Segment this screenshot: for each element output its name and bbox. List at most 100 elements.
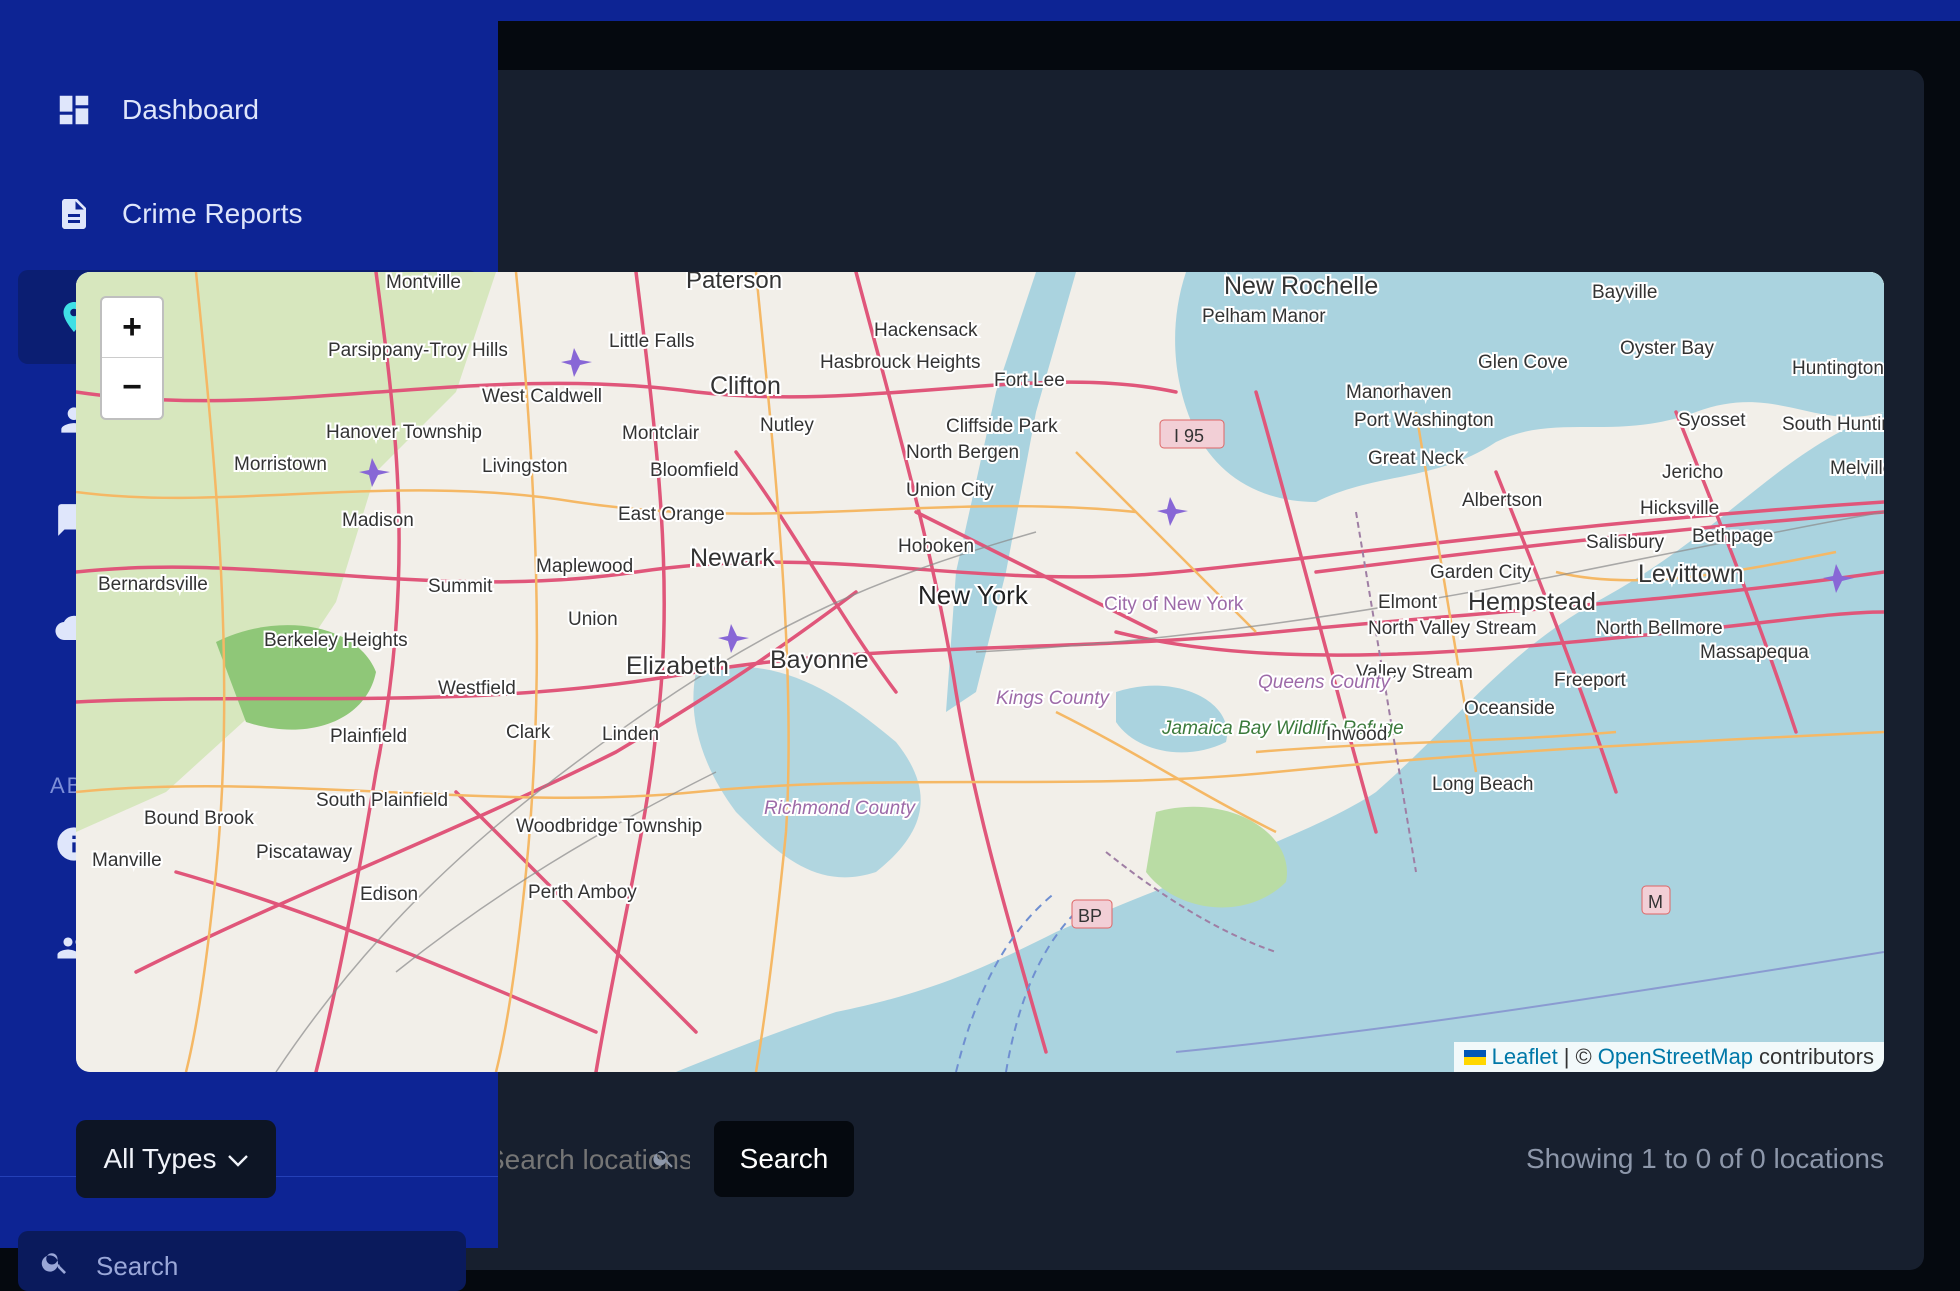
map-label: Hackensack <box>874 320 978 341</box>
results-count: Showing 1 to 0 of 0 locations <box>1525 1143 1884 1174</box>
map-label: I 95 <box>1174 426 1204 446</box>
map-label: Melville <box>1830 458 1884 479</box>
map-label: Nutley <box>760 415 814 436</box>
map-label: Long Beach <box>1432 774 1533 795</box>
map-label: South Huntington <box>1782 414 1884 435</box>
map-label: Montclair <box>622 423 700 444</box>
map-label: City of New York <box>1104 594 1244 615</box>
map-label: Manville <box>92 850 162 871</box>
map-label: Summit <box>428 576 493 597</box>
map-label: Maplewood <box>536 556 633 577</box>
map-label: Clark <box>506 722 551 743</box>
map-label: Berkeley Heights <box>264 630 408 651</box>
map-label: Paterson <box>686 272 782 294</box>
map-label: Queens County <box>1258 672 1392 693</box>
chevron-down-icon <box>227 1143 249 1175</box>
sidebar-item-dashboard[interactable]: Dashboard <box>18 63 478 157</box>
map-label: Richmond County <box>764 798 917 819</box>
map-label: Bound Brook <box>144 808 254 829</box>
map-label: Parsippany-Troy Hills <box>328 340 508 361</box>
map-label: Bayville <box>1592 282 1657 303</box>
map-label: Edison <box>360 884 418 905</box>
map-label: Syosset <box>1678 410 1746 431</box>
map-label: Pelham Manor <box>1202 306 1326 327</box>
map-label: Morristown <box>234 454 327 475</box>
map-label: Hicksville <box>1640 498 1719 519</box>
attribution-suffix: contributors <box>1759 1044 1874 1069</box>
map-attribution: Leaflet | © OpenStreetMap contributors <box>1453 1042 1884 1072</box>
map-label: Garden City <box>1430 562 1532 583</box>
map-label: Little Falls <box>609 331 695 352</box>
map-label: North Valley Stream <box>1368 618 1537 639</box>
sidebar-item-crime-reports[interactable]: Crime Reports <box>18 167 478 261</box>
map-label: Fort Lee <box>994 370 1065 391</box>
map-label: Montville <box>386 272 461 293</box>
sidebar-item-label: Dashboard <box>122 94 259 125</box>
map-label: Massapequa <box>1700 642 1809 663</box>
map-tiles[interactable]: Paterson New Rochelle Pelham Manor Bayvi… <box>76 272 1884 1072</box>
map-label: Bayonne <box>770 646 869 674</box>
map-label: New Rochelle <box>1224 272 1378 300</box>
map-label: Hoboken <box>898 536 974 557</box>
search-icon <box>652 1146 676 1175</box>
map-label: Freeport <box>1554 670 1627 691</box>
map-label: Bloomfield <box>650 460 739 481</box>
ukraine-flag-icon <box>1463 1049 1486 1065</box>
map-label: West Caldwell <box>482 386 602 407</box>
map-label: Bernardsville <box>98 574 208 595</box>
map-label: Great Neck <box>1368 448 1465 469</box>
map-label: Newark <box>690 544 775 572</box>
zoom-control: + − <box>100 296 164 420</box>
map-label: Cliffside Park <box>946 416 1058 437</box>
map-label: Piscataway <box>256 842 353 863</box>
map-label: Livingston <box>482 456 568 477</box>
map-view[interactable]: Paterson New Rochelle Pelham Manor Bayvi… <box>76 272 1884 1072</box>
map-label: Elmont <box>1378 592 1438 613</box>
map-label: North Bergen <box>906 442 1019 463</box>
map-label: Bethpage <box>1692 526 1773 547</box>
map-label: Oceanside <box>1464 698 1555 719</box>
map-label: Inwood <box>1326 724 1387 745</box>
map-label: Woodbridge Township <box>516 816 702 837</box>
map-label: North Bellmore <box>1596 618 1723 639</box>
map-label: South Plainfield <box>316 790 448 811</box>
map-label: Perth Amboy <box>528 882 637 903</box>
map-label: Madison <box>342 510 414 531</box>
map-label: Elizabeth <box>626 652 729 680</box>
map-label: Hasbrouck Heights <box>820 352 981 373</box>
top-bar <box>0 0 1960 21</box>
attribution-separator: | © <box>1563 1044 1592 1069</box>
sidebar-item-label: Crime Reports <box>122 198 303 229</box>
map-label: East Orange <box>618 504 725 525</box>
map-label: Salisbury <box>1586 532 1665 553</box>
map-label: Plainfield <box>330 726 407 747</box>
map-label: Westfield <box>438 678 516 699</box>
search-button[interactable]: Search <box>714 1121 854 1197</box>
map-label: Levittown <box>1638 560 1744 588</box>
map-label: Huntington Station <box>1792 358 1884 379</box>
zoom-out-button[interactable]: − <box>102 358 162 417</box>
leaflet-link[interactable]: Leaflet <box>1492 1044 1558 1070</box>
map-label: Oyster Bay <box>1620 338 1714 359</box>
map-label: Clifton <box>710 372 781 400</box>
sidebar-search-placeholder: Search <box>96 1251 179 1281</box>
search-icon <box>40 1247 70 1282</box>
map-label: M <box>1648 892 1663 912</box>
map-label: New York <box>918 580 1029 610</box>
type-filter-dropdown[interactable]: All Types <box>76 1120 276 1198</box>
sidebar-search[interactable]: Search <box>18 1231 466 1291</box>
document-icon <box>54 194 94 234</box>
map-label: Manorhaven <box>1346 382 1452 403</box>
map-label: Kings County <box>996 688 1111 709</box>
map-label: Port Washington <box>1354 410 1494 431</box>
map-label: BP <box>1078 906 1102 926</box>
map-label: Jericho <box>1662 462 1723 483</box>
zoom-in-button[interactable]: + <box>102 298 162 358</box>
openstreetmap-link[interactable]: OpenStreetMap <box>1598 1044 1753 1070</box>
map-label: Union <box>568 609 618 630</box>
map-label: Linden <box>602 724 659 745</box>
map-label: Glen Cove <box>1478 352 1568 373</box>
map-label: Hanover Township <box>326 422 482 443</box>
type-filter-value: All Types <box>103 1143 217 1174</box>
map-label: Union City <box>906 480 994 501</box>
